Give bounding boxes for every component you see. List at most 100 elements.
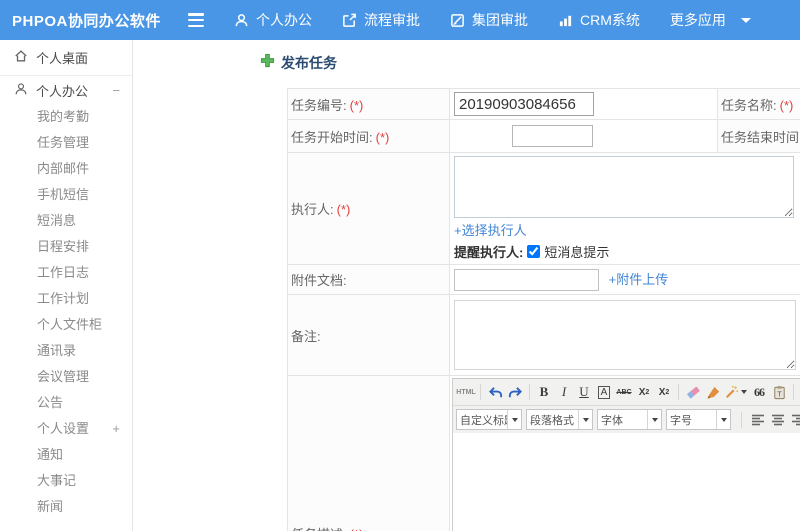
task-no-input[interactable] xyxy=(454,92,594,116)
required-mark: (*) xyxy=(349,97,364,113)
executor-textarea[interactable] xyxy=(454,156,794,218)
format-brush-button[interactable] xyxy=(703,382,723,402)
hamburger-menu-icon[interactable] xyxy=(188,13,208,27)
caret-down-icon xyxy=(647,410,661,429)
align-right-icon xyxy=(792,414,800,425)
caret-down-icon xyxy=(740,17,751,23)
align-right-button[interactable] xyxy=(788,410,800,430)
rich-text-editor: HTML B I U A ABC X2 X 2 66 T 自定义标 段落格式 字… xyxy=(452,378,800,531)
attachment-label-cell: 附件文档: xyxy=(287,264,450,295)
start-time-input[interactable] xyxy=(512,125,593,147)
editor-toolbar-row1: HTML B I U A ABC X2 X 2 66 T xyxy=(453,379,800,406)
align-left-icon xyxy=(752,414,764,425)
undo-button[interactable] xyxy=(485,382,505,402)
task-form: 任务编号:(*) 任务名称:(*) 任务开始时间:(*) 任务结束时间:(*) xyxy=(287,88,800,531)
sidebar-item-task-management[interactable]: 任务管理 xyxy=(0,130,132,156)
strikethrough-button[interactable]: ABC xyxy=(614,382,634,402)
sidebar-item-meeting-management[interactable]: 会议管理 xyxy=(0,364,132,390)
attachment-input[interactable] xyxy=(454,268,599,291)
app-brand: PHPOA协同办公软件 xyxy=(12,12,161,30)
sidebar-item-contacts[interactable]: 通讯录 xyxy=(0,338,132,364)
choose-executor-link[interactable]: +选择执行人 xyxy=(454,223,527,238)
sidebar-item-announcement[interactable]: 公告 xyxy=(0,390,132,416)
nav-personal-office[interactable]: 个人办公 xyxy=(234,10,312,30)
sidebar-item-big-events[interactable]: 大事记 xyxy=(0,468,132,494)
page-header: 发布任务 xyxy=(260,53,337,73)
font-select[interactable]: 字体 xyxy=(597,409,662,430)
sidebar-item-notice[interactable]: 通知 xyxy=(0,442,132,468)
end-time-label-cell: 任务结束时间:(*) xyxy=(717,119,800,153)
eraser-icon xyxy=(686,386,700,399)
sidebar-section-personal-office[interactable]: 个人办公 − xyxy=(0,76,132,104)
sms-remind-checkbox[interactable] xyxy=(527,245,541,258)
svg-text:T: T xyxy=(777,389,782,398)
nav-crm[interactable]: CRM系统 xyxy=(558,10,640,30)
sidebar-item-work-log[interactable]: 工作日志 xyxy=(0,260,132,286)
superscript-button[interactable]: X2 xyxy=(634,382,654,402)
undo-icon xyxy=(488,386,502,397)
align-left-button[interactable] xyxy=(748,410,768,430)
sidebar-item-file-cabinet[interactable]: 个人文件柜 xyxy=(0,312,132,338)
heading-select[interactable]: 自定义标题 xyxy=(456,409,522,430)
italic-button[interactable]: I xyxy=(554,382,574,402)
nav-group-approval[interactable]: 集团审批 xyxy=(450,10,528,30)
underline-button[interactable]: U xyxy=(574,382,594,402)
attachment-upload-link[interactable]: +附件上传 xyxy=(609,272,669,287)
collapse-icon[interactable]: − xyxy=(112,83,120,98)
clipboard-icon: T xyxy=(773,385,785,399)
executor-label-cell: 执行人: (*) xyxy=(287,152,450,265)
sidebar-item-news[interactable]: 新闻 xyxy=(0,494,132,520)
add-icon xyxy=(260,53,275,73)
bold-button[interactable]: B xyxy=(534,382,554,402)
paragraph-format-select[interactable]: 段落格式 xyxy=(526,409,593,430)
home-icon xyxy=(14,49,28,66)
description-label-cell: 任务描述:(*) xyxy=(287,375,450,531)
redo-button[interactable] xyxy=(505,382,525,402)
task-no-label-cell: 任务编号: (*) xyxy=(287,88,450,120)
sidebar-item-mobile-sms[interactable]: 手机短信 xyxy=(0,182,132,208)
eraser-button[interactable] xyxy=(683,382,703,402)
required-mark: (*) xyxy=(350,527,364,531)
brush-icon xyxy=(706,386,719,399)
sidebar-item-short-message[interactable]: 短消息 xyxy=(0,208,132,234)
blockquote-button[interactable]: 66 xyxy=(749,382,769,402)
align-center-icon xyxy=(772,414,784,425)
bar-chart-icon xyxy=(558,13,573,28)
remark-textarea[interactable] xyxy=(454,300,796,370)
sidebar-item-attendance[interactable]: 我的考勤 xyxy=(0,104,132,130)
required-mark: (*) xyxy=(336,202,351,217)
sidebar-item-personal-desktop[interactable]: 个人桌面 xyxy=(0,40,132,76)
font-size-select[interactable]: 字号 xyxy=(666,409,731,430)
sidebar-submenu: 我的考勤 任务管理 内部邮件 手机短信 短消息 日程安排 工作日志 工作计划 个… xyxy=(0,104,132,520)
html-source-button[interactable]: HTML xyxy=(456,382,476,402)
main-content: 发布任务 任务编号:(*) 任务名称:(*) 任务开始时间:(*) xyxy=(134,40,800,531)
required-mark: (*) xyxy=(375,129,390,145)
caret-down-icon xyxy=(578,410,592,429)
nav-workflow-approval[interactable]: 流程审批 xyxy=(342,10,420,30)
remind-executor-row: 提醒执行人: 短消息提示 xyxy=(454,245,610,260)
sidebar-item-schedule[interactable]: 日程安排 xyxy=(0,234,132,260)
sidebar: 个人桌面 个人办公 − 我的考勤 任务管理 内部邮件 手机短信 短消息 日程安排… xyxy=(0,40,133,531)
caret-down-icon xyxy=(741,390,747,394)
align-center-button[interactable] xyxy=(768,410,788,430)
paste-template-button[interactable]: T xyxy=(769,382,789,402)
sidebar-item-work-plan[interactable]: 工作计划 xyxy=(0,286,132,312)
font-color-button[interactable]: A xyxy=(594,382,614,402)
caret-down-icon xyxy=(507,410,521,429)
remark-label-cell: 备注: xyxy=(287,294,450,376)
workflow-icon xyxy=(342,13,357,28)
subscript-button[interactable]: X2 xyxy=(654,382,674,402)
person-icon xyxy=(14,82,28,99)
person-icon xyxy=(234,13,249,28)
redo-icon xyxy=(508,386,522,397)
editor-content-area[interactable] xyxy=(453,433,800,531)
nav-items: 个人办公 流程审批 集团审批 CRM系统 更多应用 xyxy=(234,10,751,30)
editor-toolbar-row2: 自定义标题 段落格式 字体 字号 xyxy=(453,406,800,433)
top-navbar: PHPOA协同办公软件 个人办公 流程审批 集团审批 CRM系统 更多应用 xyxy=(0,0,800,40)
expand-icon[interactable]: + xyxy=(112,416,120,442)
sidebar-item-personal-settings[interactable]: 个人设置 + xyxy=(0,416,132,442)
sidebar-item-internal-mail[interactable]: 内部邮件 xyxy=(0,156,132,182)
required-mark: (*) xyxy=(779,97,794,113)
magic-wand-button[interactable] xyxy=(723,382,749,402)
nav-more-apps[interactable]: 更多应用 xyxy=(670,10,751,30)
